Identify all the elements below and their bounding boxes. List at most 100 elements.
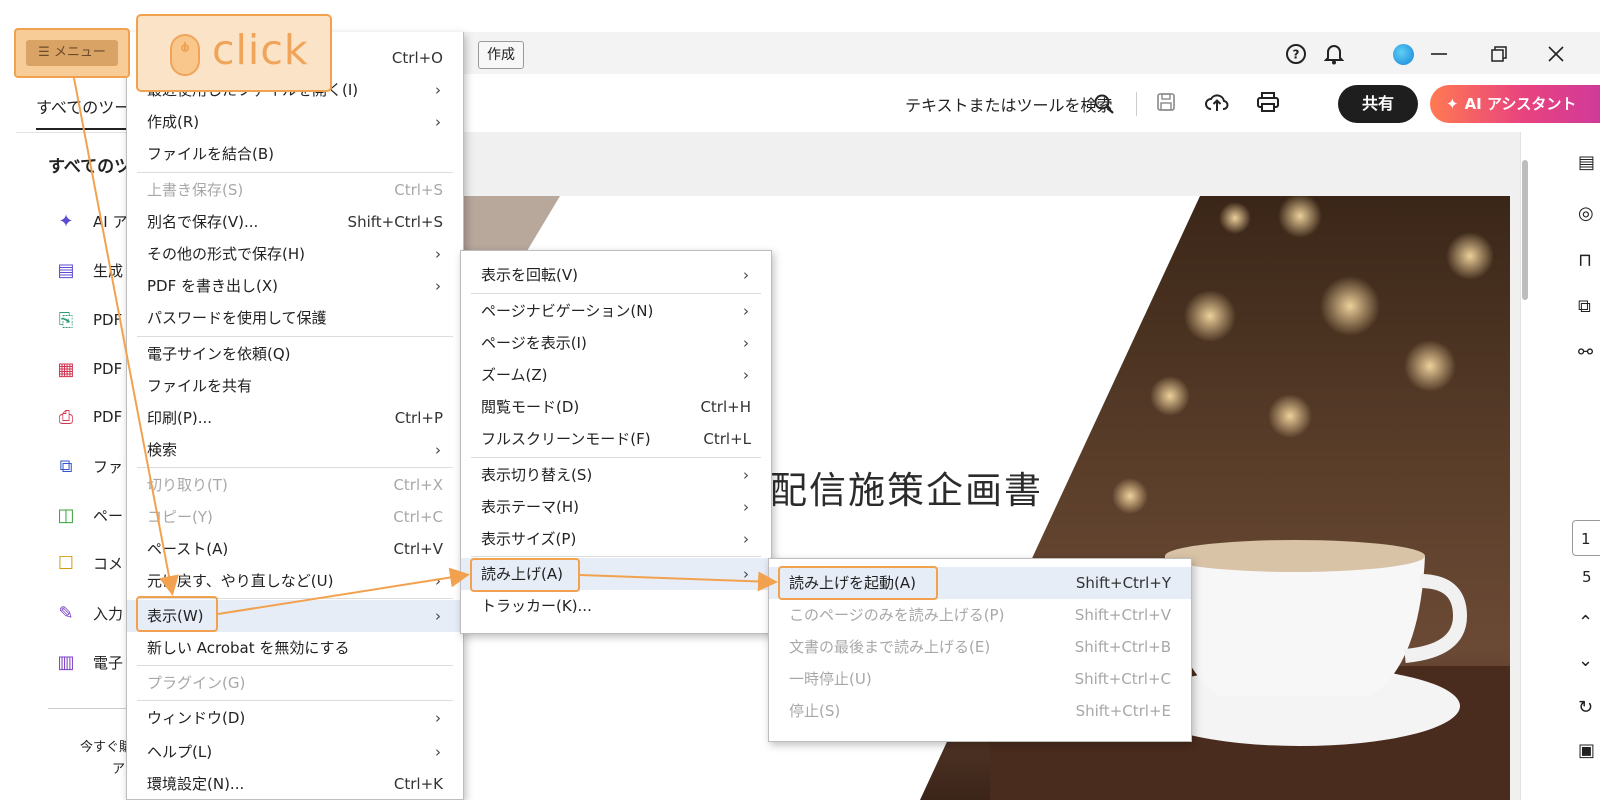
menu-item-tracker[interactable]: トラッカー(K)... [461,590,771,622]
menu-item-pause[interactable]: 一時停止(U) Shift+Ctrl+C [769,663,1191,695]
shortcut: Shift+Ctrl+Y [1075,574,1171,592]
compare-icon[interactable]: ⚯ [1578,342,1600,364]
tool-label: AI ア [93,212,128,231]
menu-item-display-size[interactable]: 表示サイズ(P) › [461,523,771,555]
organize-pages-icon: ◫ [57,504,75,526]
chevron-right-icon: › [743,334,749,352]
tab-create[interactable]: 作成 [478,41,524,69]
activate-highlight-box [778,566,938,600]
menu-label: 切り取り(T) [147,476,228,494]
mouse-icon [170,34,200,76]
main-menu: Ctrl+O 最近使用したファイルを開く(I)› 作成(R)› ファイルを結合(… [126,32,464,800]
chevron-down-icon[interactable]: ⌄ [1578,650,1600,672]
tool-item-ai[interactable]: ✦ AI ア [55,206,127,236]
tool-item-edit-pdf[interactable]: ▦ PDF [55,354,122,384]
minimize-icon[interactable] [1425,40,1453,68]
menu-item-cut[interactable]: 切り取り(T) Ctrl+X [127,469,463,501]
tool-item-generate[interactable]: ▤ 生成 [55,255,123,285]
tool-item-export-pdf[interactable]: ⎘ PDF [55,305,122,335]
page-settings-icon[interactable]: ▣ [1578,740,1600,762]
scrollbar[interactable] [1522,160,1528,300]
rotate-icon[interactable]: ↻ [1578,697,1600,719]
menu-item-help[interactable]: ヘルプ(L) › [127,736,463,768]
menu-item-save[interactable]: 上書き保存(S) Ctrl+S [127,174,463,206]
menu-item-create[interactable]: 作成(R) › [127,106,463,138]
tool-item-create-pdf[interactable]: ⎙ PDF [55,402,122,432]
share-button[interactable]: 共有 [1338,85,1418,123]
menu-item-read-to-end[interactable]: 文書の最後まで読み上げる(E) Shift+Ctrl+B [769,631,1191,663]
bookmark-icon[interactable]: ⊓ [1578,250,1600,272]
menu-item-save-other[interactable]: その他の形式で保存(H) › [127,238,463,270]
menu-item-copy[interactable]: コピー(Y) Ctrl+C [127,501,463,533]
tool-item-combine[interactable]: ⧉ ファ [55,451,123,481]
menu-item-full-screen[interactable]: フルスクリーンモード(F) Ctrl+L [461,423,771,455]
tool-label: コメ [93,554,124,573]
menu-item-save-as[interactable]: 別名で保存(V)... Shift+Ctrl+S [127,206,463,238]
menu-item-read-page[interactable]: このページのみを読み上げる(P) Shift+Ctrl+V [769,599,1191,631]
menu-item-find[interactable]: 検索 › [127,434,463,466]
tool-label: PDF [93,311,123,329]
menu-item-paste[interactable]: ペースト(A) Ctrl+V [127,533,463,565]
tool-item-organize[interactable]: ◫ ペー [55,500,123,530]
fill-sign-icon: ✎ [58,602,74,624]
menu-item-zoom[interactable]: ズーム(Z) › [461,359,771,391]
edit-text-icon[interactable]: ▤ [1578,152,1600,174]
menu-item-protect[interactable]: パスワードを使用して保護 [127,302,463,334]
menu-label: ページナビゲーション(N) [481,302,654,320]
page-number-input[interactable]: 1 [1572,520,1600,556]
upload-cloud-icon[interactable] [1203,88,1231,116]
search-icon[interactable] [1090,90,1118,118]
menu-item-combine[interactable]: ファイルを結合(B) [127,138,463,170]
menu-label: 環境設定(N)... [147,775,245,793]
menu-label: フルスクリーンモード(F) [481,430,651,448]
menu-item-plugins[interactable]: プラグイン(G) [127,667,463,699]
tool-label: 生成 [93,261,124,280]
menu-item-undo[interactable]: 元に戻す、やり直しなど(U) › [127,565,463,597]
menu-item-export-pdf[interactable]: PDF を書き出し(X) › [127,270,463,302]
help-icon[interactable]: ? [1282,40,1310,68]
tool-label: PDF [93,408,123,426]
restore-icon[interactable] [1485,40,1513,68]
bell-icon[interactable] [1320,40,1348,68]
svg-text:?: ? [1293,48,1300,62]
menu-label: ズーム(Z) [481,366,548,384]
chevron-up-icon[interactable]: ⌃ [1578,612,1600,634]
chevron-right-icon: › [743,498,749,516]
ai-assistant-icon: ✦ [58,210,74,232]
menu-button-label: メニュー [53,45,106,60]
menu-item-page-navigation[interactable]: ページナビゲーション(N) › [461,295,771,327]
menu-item-print[interactable]: 印刷(P)... Ctrl+P [127,402,463,434]
menu-label: ヘルプ(L) [147,743,213,761]
tool-item-fill-sign[interactable]: ✎ 入力 [55,598,123,628]
tool-item-e-sign[interactable]: ▥ 電子 [55,647,123,677]
menu-item-disable-new-acrobat[interactable]: 新しい Acrobat を無効にする [127,632,463,664]
menu-item-stop[interactable]: 停止(S) Shift+Ctrl+E [769,695,1191,727]
menu-item-share[interactable]: ファイルを共有 [127,370,463,402]
menu-item-rotate-view[interactable]: 表示を回転(V) › [461,259,771,291]
search-label[interactable]: テキストまたはツールを検索 [905,92,1113,116]
menu-item-preferences[interactable]: 環境設定(N)... Ctrl+K [127,768,463,798]
menu-item-window[interactable]: ウィンドウ(D) › [127,702,463,734]
chevron-right-icon: › [435,709,441,727]
copy-pages-icon[interactable]: ⧉ [1578,296,1600,318]
shortcut: Ctrl+P [394,409,443,427]
menu-item-request-sign[interactable]: 電子サインを依頼(Q) [127,338,463,370]
close-icon[interactable] [1542,40,1570,68]
menu-item-page-display[interactable]: ページを表示(I) › [461,327,771,359]
menu-label: 電子サインを依頼(Q) [147,345,291,363]
print-icon[interactable] [1254,88,1282,116]
avatar[interactable] [1393,44,1414,65]
ai-assistant-button[interactable]: ✦ AI アシスタント [1430,85,1600,123]
menu-item-show-hide[interactable]: 表示切り替え(S) › [461,459,771,491]
document-title: 配信施策企画書 [770,469,1043,512]
chevron-right-icon: › [435,113,441,131]
menu-item-reading-mode[interactable]: 閲覧モード(D) Ctrl+H [461,391,771,423]
tool-item-comment[interactable]: ☐ コメ [55,548,123,578]
menu-item-display-theme[interactable]: 表示テーマ(H) › [461,491,771,523]
save-icon[interactable] [1152,88,1180,116]
tab-all-tools[interactable]: すべてのツー [36,94,131,130]
menu-label: ペースト(A) [147,540,229,558]
menu-button[interactable]: ☰ メニュー [26,40,118,66]
link-icon[interactable]: ◎ [1578,203,1600,225]
chevron-right-icon: › [435,607,441,625]
